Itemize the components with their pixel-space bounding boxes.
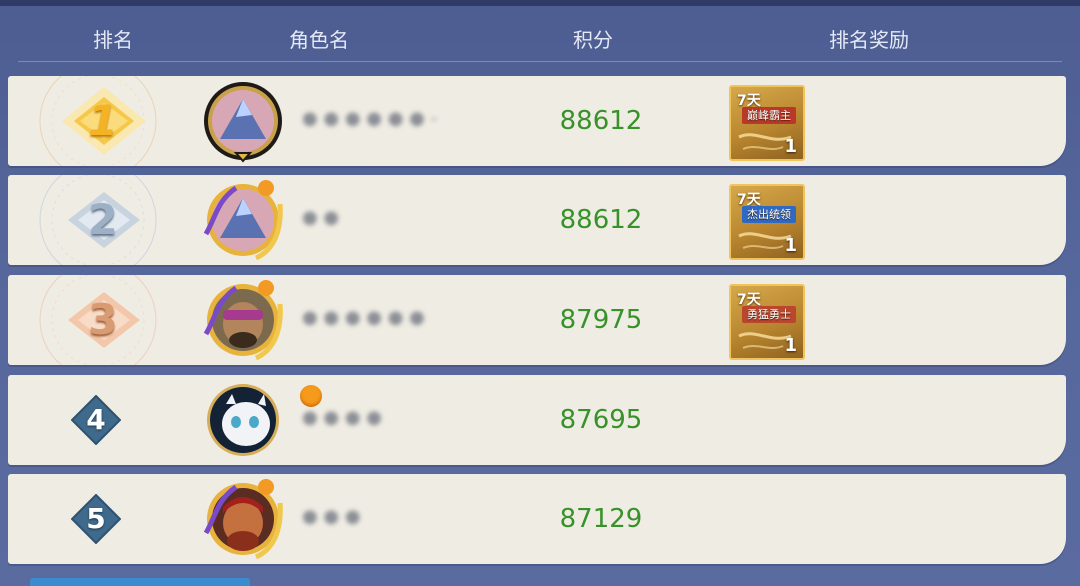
leaderboard-row-5[interactable]: 5 ● ● ● 87129 <box>8 474 1066 564</box>
header-rank: 排名 <box>93 28 133 52</box>
avatar-mountain-star-frame[interactable] <box>196 180 296 262</box>
score-value: 88612 <box>559 106 643 136</box>
avatar-masked-warrior-frame[interactable] <box>196 280 296 362</box>
rank-number: 3 <box>88 295 118 344</box>
header-reward: 排名奖励 <box>829 28 909 52</box>
rank-number: 4 <box>86 403 106 436</box>
reward-title-item[interactable]: 7天 勇猛勇士 1 <box>729 284 805 360</box>
top-frame-strip <box>0 0 1080 6</box>
rank-number: 5 <box>86 502 106 535</box>
score-value: 87695 <box>559 405 643 435</box>
rank-number: 1 <box>88 96 118 145</box>
header-divider <box>18 61 1062 62</box>
avatar-mountain-gold-frame[interactable] <box>196 81 296 163</box>
reward-title-item[interactable]: 7天 杰出统领 1 <box>729 184 805 260</box>
score-value: 88612 <box>559 205 643 235</box>
avatar-red-dwarf-frame[interactable] <box>196 479 296 561</box>
score-value: 87129 <box>559 504 643 534</box>
reward-title-banner: 勇猛勇士 <box>742 306 796 323</box>
leaderboard-row-1[interactable]: 1 ● ● ● ● ● ● - 88612 7天 巅峰霸主 1 <box>8 76 1066 166</box>
leaderboard-row-4[interactable]: 4 ● ● ● ● 87695 <box>8 375 1066 465</box>
leaderboard-row-2[interactable]: 2 ● ● 88612 7天 杰出统领 1 <box>8 175 1066 265</box>
reward-title-banner: 巅峰霸主 <box>742 107 796 124</box>
bottom-tab-strip <box>30 578 250 586</box>
online-status-dot <box>300 385 322 407</box>
reward-quantity: 1 <box>784 136 797 157</box>
reward-title-banner: 杰出统领 <box>742 206 796 223</box>
score-value: 87975 <box>559 305 643 335</box>
leaderboard-header: 排名 角色名 积分 排名奖励 <box>0 18 1080 62</box>
reward-quantity: 1 <box>784 335 797 356</box>
reward-quantity: 1 <box>784 235 797 256</box>
header-name: 角色名 <box>289 28 349 52</box>
rank-number: 2 <box>88 195 118 244</box>
leaderboard-row-3[interactable]: 3 ● ● ● ● ● ● 87975 7天 勇猛勇士 1 <box>8 275 1066 365</box>
header-score: 积分 <box>573 28 613 52</box>
avatar-white-dragon[interactable] <box>196 380 296 462</box>
reward-title-item[interactable]: 7天 巅峰霸主 1 <box>729 85 805 161</box>
